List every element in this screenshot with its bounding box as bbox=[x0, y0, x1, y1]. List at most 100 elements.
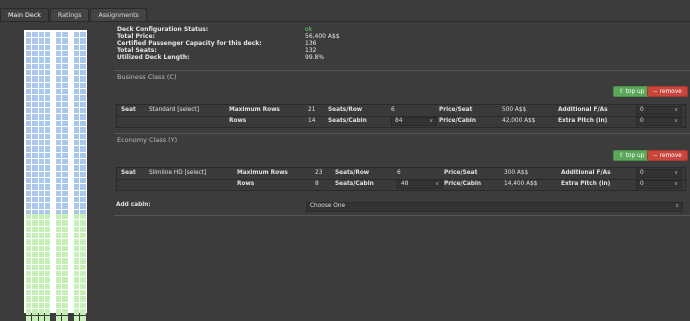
business-seat bbox=[56, 57, 62, 63]
economy-seat bbox=[80, 245, 86, 252]
business-seats-right bbox=[74, 32, 86, 215]
business-seat bbox=[44, 133, 51, 139]
economy-seat bbox=[32, 302, 38, 309]
economy-seat bbox=[44, 315, 51, 321]
business-seat bbox=[26, 120, 32, 127]
business-seat bbox=[56, 203, 62, 209]
tab-assignments[interactable]: Assignments bbox=[90, 8, 147, 22]
business-seat bbox=[80, 165, 86, 171]
economy-seat bbox=[80, 283, 86, 290]
economy-remove-button[interactable]: − remove bbox=[647, 150, 688, 161]
business-seat bbox=[74, 44, 80, 51]
economy-seat bbox=[26, 233, 32, 239]
business-seat bbox=[62, 57, 68, 63]
seats-cabin-select[interactable]: 84 ∨ bbox=[391, 117, 437, 126]
business-seat bbox=[56, 184, 62, 190]
business-seat bbox=[80, 82, 86, 89]
economy-top-up-button[interactable]: ⇧ top up bbox=[613, 150, 651, 161]
business-seat bbox=[74, 57, 80, 63]
economy-cabin-table: Seat Slimline HD [select] Maximum Rows 2… bbox=[116, 167, 686, 191]
economy-seats-right bbox=[74, 214, 86, 321]
business-top-up-button[interactable]: ⇧ top up bbox=[613, 86, 651, 97]
economy-seat bbox=[26, 296, 32, 302]
economy-seats-middle bbox=[56, 214, 68, 321]
economy-seat bbox=[80, 315, 86, 321]
business-seat bbox=[62, 152, 68, 158]
economy-seat bbox=[80, 220, 86, 226]
business-seat bbox=[56, 165, 62, 171]
price-seat-value: 500 A$$ bbox=[502, 107, 527, 113]
economy-seat bbox=[26, 264, 32, 271]
business-seat bbox=[56, 51, 62, 57]
business-seat bbox=[26, 190, 32, 196]
business-seat bbox=[74, 51, 80, 57]
economy-seat bbox=[74, 283, 80, 290]
business-seat bbox=[56, 139, 62, 146]
business-seat bbox=[74, 184, 80, 190]
seats-row-label: Seats/Row bbox=[335, 170, 370, 176]
business-remove-button[interactable]: − remove bbox=[647, 86, 688, 97]
chevron-down-icon: ∨ bbox=[674, 118, 678, 124]
economy-seat bbox=[26, 309, 32, 315]
economy-seat bbox=[80, 309, 86, 315]
business-seat bbox=[80, 32, 86, 38]
economy-seat bbox=[56, 252, 62, 258]
business-seat bbox=[74, 63, 80, 70]
business-seat bbox=[44, 127, 51, 133]
economy-seat bbox=[74, 264, 80, 271]
economy-seat bbox=[56, 258, 62, 264]
business-seat bbox=[62, 70, 68, 76]
price-cabin-label: Price/Cabin bbox=[444, 181, 482, 187]
seats-cabin-select[interactable]: 48 ∨ bbox=[397, 180, 443, 189]
business-seat bbox=[26, 177, 32, 184]
seat-type-select[interactable]: Standard [select] bbox=[149, 107, 199, 114]
business-seat bbox=[26, 63, 32, 70]
economy-seat bbox=[38, 271, 44, 277]
business-seat bbox=[26, 203, 32, 209]
additional-fa-select[interactable]: 0 ∨ bbox=[636, 106, 682, 115]
economy-seat bbox=[38, 277, 44, 283]
business-seat bbox=[74, 196, 80, 203]
business-seat bbox=[80, 203, 86, 209]
business-seat bbox=[56, 70, 62, 76]
business-seat bbox=[62, 89, 68, 95]
economy-seat bbox=[26, 245, 32, 252]
seat-label: Seat bbox=[121, 107, 136, 113]
tab-main-deck[interactable]: Main Deck bbox=[0, 8, 49, 22]
economy-seat bbox=[74, 315, 80, 321]
business-seat bbox=[38, 127, 44, 133]
seat-type-select[interactable]: Slimline HD [select] bbox=[149, 170, 206, 177]
business-seat bbox=[32, 108, 38, 114]
business-seat bbox=[32, 146, 38, 152]
business-seat bbox=[56, 32, 62, 38]
economy-seat bbox=[74, 233, 80, 239]
economy-seat bbox=[26, 290, 32, 296]
extra-pitch-select[interactable]: 0 ∨ bbox=[636, 117, 682, 126]
economy-seat bbox=[44, 283, 51, 290]
economy-seat bbox=[44, 264, 51, 271]
business-seat bbox=[80, 108, 86, 114]
tab-ratings[interactable]: Ratings bbox=[49, 8, 90, 22]
business-seat bbox=[32, 196, 38, 203]
business-seat bbox=[74, 165, 80, 171]
deck-status-panel: Deck Configuration Status: ok Total Price… bbox=[117, 26, 340, 61]
business-seat bbox=[62, 95, 68, 101]
economy-seat bbox=[32, 239, 38, 245]
business-seat bbox=[56, 177, 62, 184]
business-seat bbox=[80, 63, 86, 70]
add-cabin-select[interactable]: Choose One ∨ bbox=[306, 202, 683, 212]
economy-seat bbox=[38, 258, 44, 264]
business-seat bbox=[32, 120, 38, 127]
additional-fa-select[interactable]: 0 ∨ bbox=[636, 169, 682, 178]
economy-seat bbox=[26, 226, 32, 233]
business-seat bbox=[44, 114, 51, 120]
business-seat bbox=[80, 57, 86, 63]
economy-seat bbox=[44, 296, 51, 302]
economy-seat bbox=[62, 220, 68, 226]
business-seat bbox=[26, 165, 32, 171]
extra-pitch-select[interactable]: 0 ∨ bbox=[636, 180, 682, 189]
business-seat bbox=[26, 108, 32, 114]
business-seat bbox=[80, 89, 86, 95]
tab-divider bbox=[0, 21, 690, 22]
business-seat bbox=[38, 76, 44, 82]
